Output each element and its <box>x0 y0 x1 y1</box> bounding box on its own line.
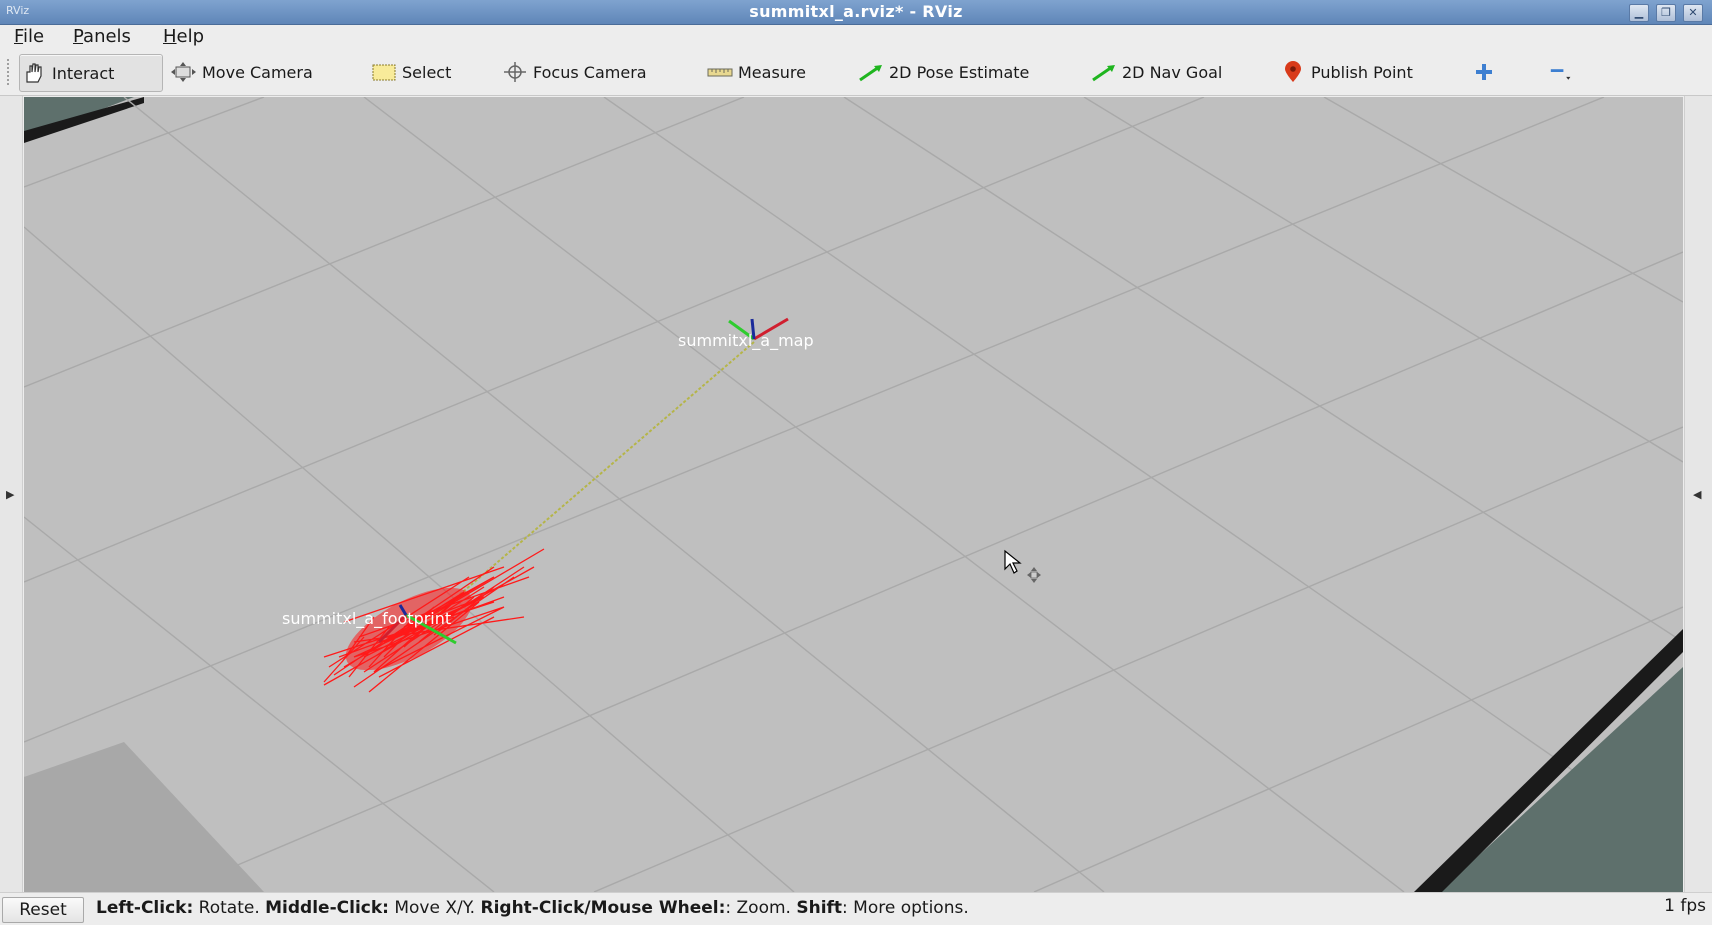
hint-desc-shift: : More options. <box>842 898 969 918</box>
hand-icon <box>20 61 48 85</box>
tool-select[interactable]: Select <box>370 54 451 90</box>
tf-frame-label-map: summitxl_a_map <box>678 331 814 350</box>
hint-desc-middle-click: Move X/Y. <box>388 898 481 918</box>
tool-2d-nav-goal[interactable]: 2D Nav Goal <box>1090 54 1222 90</box>
green-arrow-icon <box>1090 60 1118 84</box>
hint-key-middle-click: Middle-Click: <box>265 898 389 918</box>
window-title: summitxl_a.rviz* - RViz <box>749 2 963 21</box>
expand-right-arrow-icon[interactable]: ▶ <box>6 488 14 501</box>
left-dock-collapse-bar[interactable]: ▶ <box>0 96 23 892</box>
menu-help[interactable]: Help <box>163 25 204 49</box>
menu-bar: File Panels Help <box>0 25 1712 49</box>
toolbar-grip-handle[interactable] <box>6 58 10 86</box>
tool-publish-point-label: Publish Point <box>1311 62 1413 82</box>
grid-floor-render <box>24 97 1683 892</box>
focus-crosshair-icon <box>501 60 529 84</box>
select-rect-icon <box>370 60 398 84</box>
fps-counter: 1 fps <box>1664 896 1706 916</box>
remove-tool-button[interactable] <box>1548 54 1580 90</box>
ruler-icon <box>706 60 734 84</box>
tools-toolbar: Interact Move Camera Select Focus Camera… <box>0 49 1712 96</box>
hint-desc-left-click: Rotate. <box>193 898 266 918</box>
tool-focus-camera-label: Focus Camera <box>533 62 647 82</box>
title-bar: RViz summitxl_a.rviz* - RViz ▁ ❐ ✕ <box>0 0 1712 25</box>
close-button[interactable]: ✕ <box>1683 4 1703 22</box>
tool-measure[interactable]: Measure <box>706 54 806 90</box>
hint-key-left-click: Left-Click: <box>96 898 194 918</box>
hint-key-right-click: Right-Click/Mouse Wheel: <box>480 898 726 918</box>
add-tool-button[interactable] <box>1470 54 1502 90</box>
right-dock-collapse-bar[interactable]: ◀ <box>1684 96 1712 892</box>
map-pin-icon <box>1279 60 1307 84</box>
menu-file[interactable]: File <box>14 25 44 49</box>
tf-frame-label-footprint: summitxl_a_footprint <box>282 609 452 628</box>
tool-2d-nav-goal-label: 2D Nav Goal <box>1122 62 1223 82</box>
tool-move-camera[interactable]: Move Camera <box>170 54 313 90</box>
reset-button[interactable]: Reset <box>2 897 84 923</box>
3d-render-viewport[interactable]: summitxl_a_map summitxl_a_footprint <box>24 97 1683 892</box>
tool-publish-point[interactable]: Publish Point <box>1279 54 1413 90</box>
tool-measure-label: Measure <box>738 62 806 82</box>
tool-interact[interactable]: Interact <box>19 54 163 92</box>
minus-icon <box>1548 60 1576 84</box>
tool-move-camera-label: Move Camera <box>202 62 313 82</box>
tool-interact-label: Interact <box>52 63 115 83</box>
status-bar: Reset Left-Click: Rotate. Middle-Click: … <box>0 892 1712 925</box>
move-camera-icon <box>170 60 198 84</box>
tool-2d-pose-estimate-label: 2D Pose Estimate <box>889 62 1030 82</box>
tool-focus-camera[interactable]: Focus Camera <box>501 54 647 90</box>
menu-panels[interactable]: Panels <box>73 25 131 49</box>
hint-desc-right-click: : Zoom. <box>725 898 797 918</box>
status-hint-text: Left-Click: Rotate. Middle-Click: Move X… <box>96 898 969 918</box>
tool-2d-pose-estimate[interactable]: 2D Pose Estimate <box>857 54 1029 90</box>
maximize-button[interactable]: ❐ <box>1656 4 1676 22</box>
hint-key-shift: Shift <box>796 898 843 918</box>
tool-select-label: Select <box>402 62 452 82</box>
plus-icon <box>1470 60 1498 84</box>
expand-left-arrow-icon[interactable]: ◀ <box>1693 488 1701 501</box>
minimize-button[interactable]: ▁ <box>1629 4 1649 22</box>
green-arrow-icon <box>857 60 885 84</box>
